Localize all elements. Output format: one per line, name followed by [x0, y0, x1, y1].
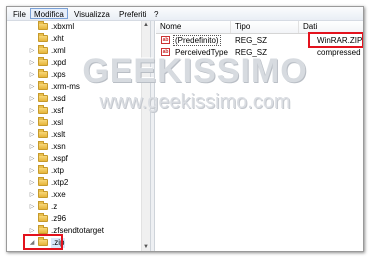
folder-icon: [38, 141, 48, 150]
folder-icon: [38, 69, 48, 78]
winrar-data-highlight: [308, 32, 363, 48]
column-header-name[interactable]: Nome: [156, 21, 231, 33]
expander-icon[interactable]: ▷: [29, 131, 35, 139]
tree-item-label: .xbxml: [51, 22, 75, 31]
tree-item-label: .xps: [51, 70, 66, 79]
folder-icon: [38, 57, 48, 66]
expander-icon[interactable]: ▷: [29, 95, 35, 103]
folder-icon: [38, 93, 48, 102]
tree-item[interactable]: ▷ .xsl: [7, 117, 141, 129]
expander-icon[interactable]: ▷: [29, 83, 35, 91]
expander-icon[interactable]: ▷: [29, 59, 35, 67]
tree-item[interactable]: .xht: [7, 33, 141, 45]
tree-item[interactable]: .xbxml: [7, 21, 141, 33]
menu-preferiti[interactable]: Preferiti: [115, 8, 151, 19]
folder-icon: [38, 45, 48, 54]
tree-item-label: .z96: [51, 214, 67, 223]
scroll-up-icon[interactable]: ▲: [142, 21, 150, 29]
menu-visualizza[interactable]: Visualizza: [70, 8, 114, 19]
tree-item-label: .xslt: [51, 130, 66, 139]
tree-item-label: .xht: [51, 34, 64, 43]
expander-icon[interactable]: ▷: [29, 167, 35, 175]
tree-item-label: .xspf: [51, 154, 68, 163]
expander-icon[interactable]: ▷: [29, 179, 35, 187]
tree-item-label: .xsl: [51, 118, 63, 127]
expander-icon[interactable]: ▷: [29, 203, 35, 211]
expander-icon[interactable]: ▷: [29, 191, 35, 199]
expander-icon[interactable]: [29, 23, 35, 31]
tree-item-label: .xtp: [51, 166, 64, 175]
watermark-url: www.geekissimo.com: [99, 91, 291, 113]
expander-icon[interactable]: ▷: [29, 119, 35, 127]
string-value-icon: ab: [161, 36, 170, 44]
expander-icon[interactable]: ▷: [29, 143, 35, 151]
expander-icon[interactable]: [29, 215, 35, 223]
tree-item-label: .xsd: [51, 94, 66, 103]
folder-icon: [38, 153, 48, 162]
folder-icon: [38, 21, 48, 30]
tree-item[interactable]: ▷ .xsn: [7, 141, 141, 153]
tree-item[interactable]: ▷ .xslt: [7, 129, 141, 141]
tree-item-label: .xxe: [51, 190, 66, 199]
menu-file[interactable]: File: [9, 8, 30, 19]
folder-icon: [38, 105, 48, 114]
registry-editor-window: File Modifica Visualizza Preferiti ? .xb…: [6, 6, 364, 252]
folder-icon: [38, 165, 48, 174]
folder-icon: [38, 189, 48, 198]
menu-modifica[interactable]: Modifica: [30, 8, 68, 19]
column-header-type[interactable]: Tipo: [231, 21, 299, 33]
expander-icon[interactable]: [29, 35, 35, 43]
menu-bar: File Modifica Visualizza Preferiti ?: [7, 7, 363, 21]
value-type: REG_SZ: [235, 36, 268, 45]
zip-key-highlight: [23, 234, 63, 250]
tree-item-label: .xpd: [51, 58, 67, 67]
scroll-down-icon[interactable]: ▼: [142, 243, 150, 251]
tree-item-label: .z: [51, 202, 58, 211]
tree-item[interactable]: ▷ .xspf: [7, 153, 141, 165]
value-name: (Predefinito): [173, 35, 221, 46]
expander-icon[interactable]: ▷: [29, 155, 35, 163]
expander-icon[interactable]: ▷: [29, 71, 35, 79]
tree-item-label: .xsf: [51, 106, 64, 115]
tree-item[interactable]: ▷ .z: [7, 201, 141, 213]
folder-icon: [38, 213, 48, 222]
tree-item[interactable]: ▷ .xtp2: [7, 177, 141, 189]
tree-item[interactable]: ▷ .xtp: [7, 165, 141, 177]
folder-icon: [38, 225, 48, 234]
tree-item[interactable]: ▷ .xxe: [7, 189, 141, 201]
folder-icon: [38, 177, 48, 186]
folder-icon: [38, 33, 48, 42]
folder-icon: [38, 129, 48, 138]
folder-icon: [38, 81, 48, 90]
tree-item[interactable]: .z96: [7, 213, 141, 225]
tree-item-label: .xml: [51, 46, 66, 55]
menu-help[interactable]: ?: [150, 8, 162, 19]
expander-icon[interactable]: ▷: [29, 107, 35, 115]
folder-icon: [38, 117, 48, 126]
expander-icon[interactable]: ▷: [29, 47, 35, 55]
watermark-title: GEEKISSIMO: [82, 52, 308, 90]
tree-item-label: .xsn: [51, 142, 66, 151]
folder-icon: [38, 201, 48, 210]
tree-item-label: .xtp2: [51, 178, 69, 187]
value-data: compressed: [317, 48, 361, 57]
